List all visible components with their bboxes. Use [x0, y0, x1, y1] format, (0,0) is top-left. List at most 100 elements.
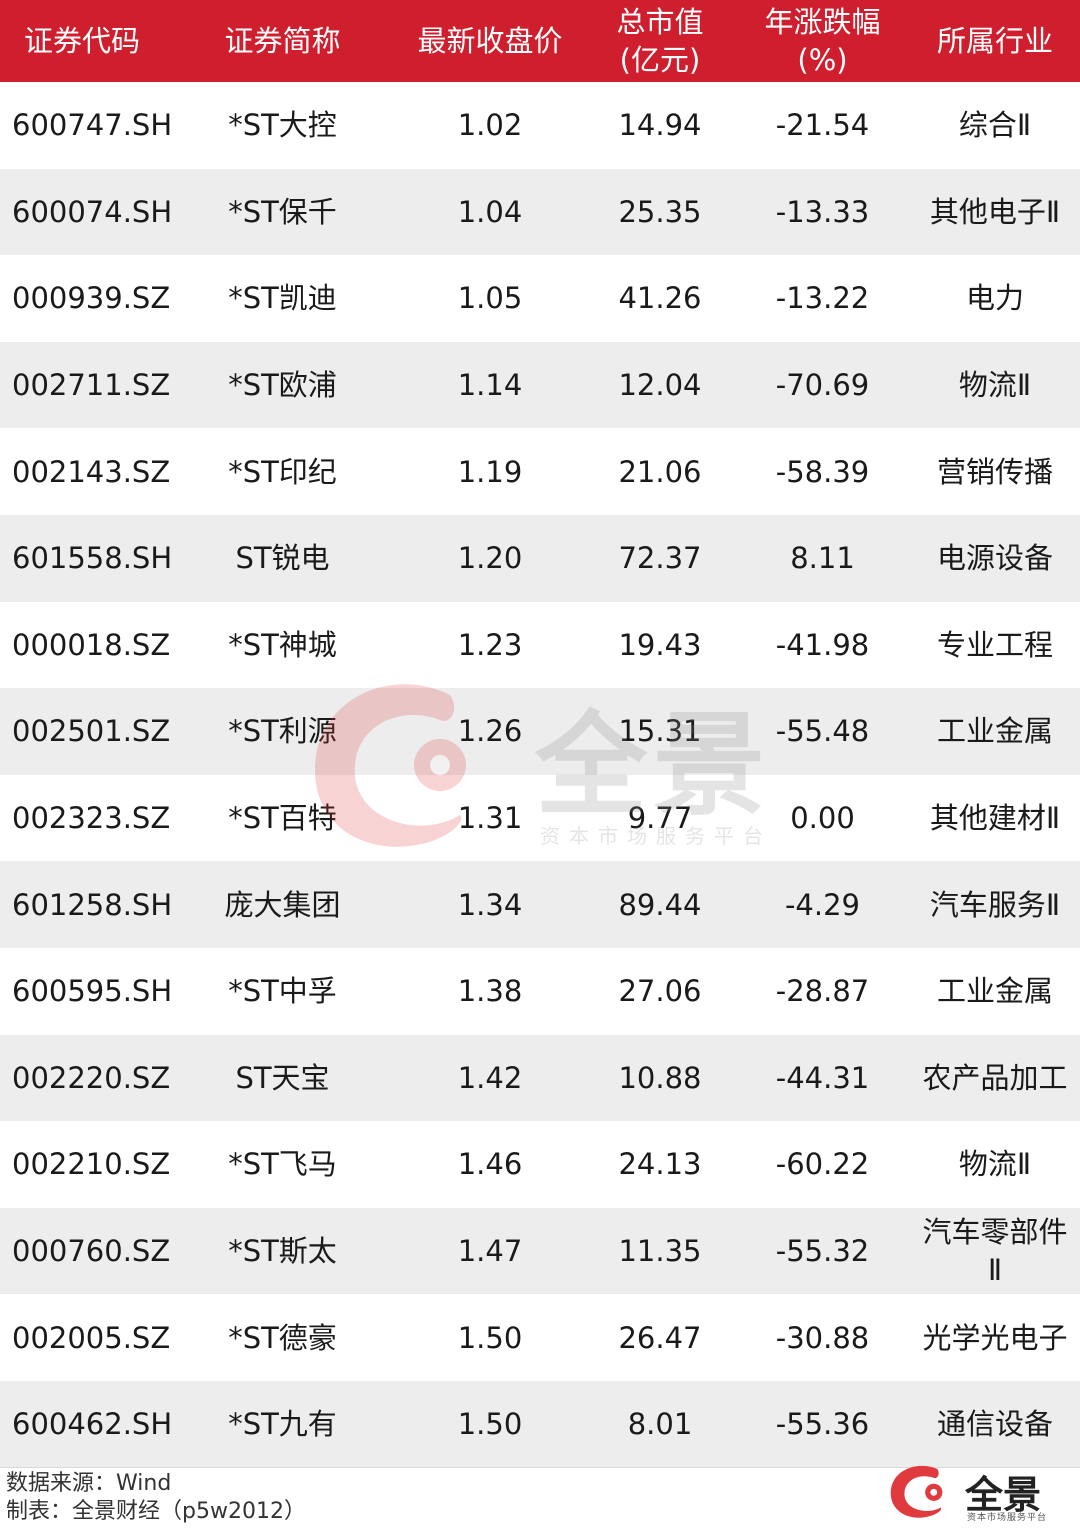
header-market-cap: 总市值 (亿元): [616, 5, 704, 77]
table-row: 600074.SH *ST保千 1.04 25.35 -13.33 其他电子Ⅱ: [0, 168, 1080, 256]
header-close-price: 最新收盘价: [417, 24, 563, 58]
cell-industry: 电源设备: [936, 541, 1053, 576]
cell-market-cap: 8.01: [627, 1407, 693, 1442]
cell-industry: 光学光电子: [922, 1320, 1068, 1355]
cell-close-price: 1.04: [457, 194, 523, 229]
cell-name: ST锐电: [235, 541, 330, 576]
cell-market-cap: 11.35: [618, 1234, 702, 1269]
cell-market-cap: 26.47: [618, 1320, 702, 1355]
cell-name: *ST斯太: [228, 1234, 337, 1269]
cell-market-cap: 14.94: [618, 108, 702, 143]
table-row: 000760.SZ *ST斯太 1.47 11.35 -55.32 汽车零部件 Ⅱ: [0, 1207, 1080, 1295]
cell-code: 000760.SZ: [12, 1234, 171, 1269]
cell-code: 002210.SZ: [12, 1147, 171, 1182]
cell-close-price: 1.05: [457, 281, 523, 316]
cell-code: 002143.SZ: [12, 454, 171, 489]
cell-annual-change: -30.88: [775, 1320, 870, 1355]
table-row: 002210.SZ *ST飞马 1.46 24.13 -60.22 物流Ⅱ: [0, 1121, 1080, 1208]
cell-annual-change: -55.36: [775, 1407, 870, 1442]
cell-close-price: 1.02: [457, 108, 523, 143]
cell-market-cap: 72.37: [618, 541, 702, 576]
table-row: 600595.SH *ST中孚 1.38 27.06 -28.87 工业金属: [0, 948, 1080, 1035]
cell-name: *ST九有: [228, 1407, 337, 1442]
cell-market-cap: 15.31: [618, 714, 702, 749]
cell-industry: 其他电子Ⅱ: [929, 194, 1061, 229]
cell-industry: 农产品加工: [922, 1060, 1068, 1095]
header-code: 证券代码: [24, 24, 141, 58]
cell-annual-change: 0.00: [790, 801, 855, 836]
cell-code: 600074.SH: [12, 194, 173, 229]
cell-industry: 工业金属: [936, 974, 1053, 1009]
cell-annual-change: -55.48: [775, 714, 870, 749]
cell-market-cap: 19.43: [618, 627, 702, 662]
cell-close-price: 1.31: [457, 801, 523, 836]
cell-code: 002220.SZ: [12, 1060, 171, 1095]
cell-name: *ST利源: [228, 714, 337, 749]
cell-close-price: 1.38: [457, 974, 523, 1009]
cell-annual-change: -21.54: [775, 108, 870, 143]
cell-code: 600595.SH: [12, 974, 173, 1009]
cell-code: 002323.SZ: [12, 801, 171, 836]
cell-close-price: 1.14: [457, 368, 523, 403]
table-row: 002711.SZ *ST欧浦 1.14 12.04 -70.69 物流Ⅱ: [0, 341, 1080, 429]
cell-market-cap: 10.88: [618, 1060, 702, 1095]
cell-annual-change: -28.87: [775, 974, 870, 1009]
data-table: 证券代码 证券简称 最新收盘价 总市值 (亿元) 年涨跌幅 (%) 所属行业 6…: [0, 0, 1080, 1468]
cell-market-cap: 27.06: [618, 974, 702, 1009]
cell-industry: 物流Ⅱ: [958, 1147, 1032, 1182]
cell-name: *ST百特: [228, 801, 337, 836]
cell-name: *ST保千: [228, 194, 337, 229]
cell-code: 000018.SZ: [12, 627, 171, 662]
cell-annual-change: -70.69: [775, 368, 870, 403]
cell-name: 庞大集团: [224, 887, 341, 922]
cell-name: ST天宝: [235, 1060, 330, 1095]
cell-name: *ST中孚: [228, 974, 337, 1009]
cell-industry: 通信设备: [936, 1407, 1053, 1442]
cell-close-price: 1.26: [457, 714, 523, 749]
cell-close-price: 1.46: [457, 1147, 523, 1182]
cell-close-price: 1.50: [457, 1407, 523, 1442]
cell-code: 002005.SZ: [12, 1320, 171, 1355]
footer-maker: 制表：全景财经（p5w2012）: [6, 1499, 306, 1524]
table-body: 600747.SH *ST大控 1.02 14.94 -21.54 综合Ⅱ 600074.S…: [0, 82, 1080, 1468]
cell-annual-change: -4.29: [784, 887, 861, 922]
table-row: 002143.SZ *ST印纪 1.19 21.06 -58.39 营销传播: [0, 428, 1080, 515]
footer: 数据来源：Wind 制表：全景财经（p5w2012）: [6, 1470, 306, 1526]
cell-market-cap: 41.26: [618, 281, 702, 316]
cell-name: *ST大控: [228, 108, 337, 143]
cell-name: *ST欧浦: [228, 368, 337, 403]
cell-market-cap: 9.77: [627, 801, 693, 836]
cell-close-price: 1.23: [457, 627, 523, 662]
cell-code: 600747.SH: [12, 108, 173, 143]
cell-annual-change: -58.39: [775, 454, 870, 489]
cell-annual-change: -41.98: [775, 627, 870, 662]
header-industry: 所属行业: [936, 24, 1053, 58]
cell-annual-change: -13.33: [775, 194, 870, 229]
cell-code: 000939.SZ: [12, 281, 171, 316]
quanjing-logo-icon: [890, 1465, 943, 1518]
header-name: 证券简称: [224, 24, 341, 58]
cell-close-price: 1.47: [457, 1234, 523, 1269]
cell-close-price: 1.20: [457, 541, 523, 576]
cell-name: *ST飞马: [228, 1147, 337, 1182]
cell-industry: 汽车服务Ⅱ: [929, 887, 1061, 922]
cell-name: *ST印纪: [228, 454, 337, 489]
cell-industry: 物流Ⅱ: [958, 368, 1032, 403]
cell-name: *ST神城: [228, 627, 337, 662]
cell-market-cap: 25.35: [618, 194, 702, 229]
cell-code: 600462.SH: [12, 1407, 173, 1442]
cell-code: 002711.SZ: [12, 368, 171, 403]
cell-industry: 电力: [965, 281, 1024, 316]
cell-annual-change: -55.32: [775, 1234, 870, 1269]
table-row: 600462.SH *ST九有 1.50 8.01 -55.36 通信设备: [0, 1380, 1080, 1468]
cell-market-cap: 89.44: [618, 887, 702, 922]
table-row: 002501.SZ *ST利源 1.26 15.31 -55.48 工业金属: [0, 688, 1080, 775]
cell-annual-change: -60.22: [775, 1147, 870, 1182]
table-row: 600747.SH *ST大控 1.02 14.94 -21.54 综合Ⅱ: [0, 82, 1080, 169]
cell-close-price: 1.19: [457, 454, 523, 489]
cell-industry: 综合Ⅱ: [958, 108, 1032, 143]
table-row: 000939.SZ *ST凯迪 1.05 41.26 -13.22 电力: [0, 255, 1080, 342]
cell-annual-change: -44.31: [775, 1060, 870, 1095]
cell-annual-change: -13.22: [775, 281, 870, 316]
cell-industry: 营销传播: [936, 454, 1053, 489]
